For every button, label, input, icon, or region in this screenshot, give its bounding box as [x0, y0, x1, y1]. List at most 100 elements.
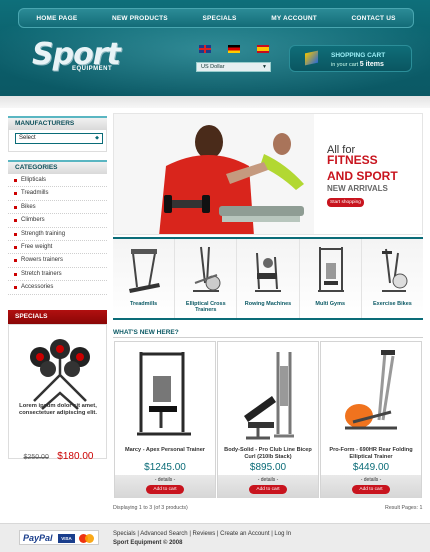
category-list: Ellipticals Treadmills Bikes Climbers St… — [8, 174, 107, 295]
chevron-down-icon: ◆ — [95, 135, 99, 141]
nav-my-account[interactable]: MY ACCOUNT — [271, 15, 317, 22]
category-stretch-trainers[interactable]: Stretch trainers — [8, 268, 107, 282]
product-price: $1245.00 — [144, 462, 186, 473]
strip-rowing[interactable]: Rowing Machines — [237, 239, 300, 318]
result-pages[interactable]: Result Pages: 1 — [385, 505, 422, 511]
category-accessories[interactable]: Accessories — [8, 281, 107, 295]
manufacturers-select[interactable]: Select ◆ — [15, 133, 103, 144]
add-to-cart-button[interactable]: Add to cart — [249, 485, 287, 494]
product-card: Body-Solid - Pro Club Line Bicep Curl (2… — [217, 341, 319, 498]
footer-link-advanced-search[interactable]: Advanced Search — [140, 531, 187, 537]
cart-title: SHOPPING CART — [331, 52, 386, 59]
rowing-machine-icon — [255, 252, 282, 292]
shopping-cart-box[interactable]: SHOPPING CART in your cart 5 items — [289, 45, 412, 72]
cart-prefix: in your cart — [331, 62, 359, 68]
product-name[interactable]: Marcy - Apex Personal Trainer — [117, 447, 213, 454]
product-footer: - details - Add to cart — [218, 475, 318, 498]
divider — [113, 337, 423, 338]
footer-link-reviews[interactable]: Reviews — [193, 531, 216, 537]
strip-multi-gyms[interactable]: Multi Gyms — [299, 239, 362, 318]
payment-logos: PayPal VISA — [19, 530, 99, 545]
details-link[interactable]: - details - — [321, 477, 421, 483]
fitness-people-image — [114, 114, 314, 234]
footer-link-log-in[interactable]: Log In — [274, 531, 291, 537]
manufacturers-box: Select ◆ — [8, 130, 107, 152]
elliptical-icon — [193, 246, 221, 292]
nav-specials[interactable]: SPECIALS — [202, 15, 236, 22]
footer: PayPal VISA Specials | Advanced Search |… — [0, 523, 430, 552]
strip-label: Multi Gyms — [315, 301, 346, 307]
details-link[interactable]: - details - — [115, 477, 215, 483]
logo-subtext: EQUIPMENT — [72, 66, 113, 72]
footer-link-create-account[interactable]: Create an Account — [220, 531, 269, 537]
footer-links: Specials | Advanced Search | Reviews | C… — [113, 531, 291, 537]
strip-label: Exercise Bikes — [372, 301, 412, 307]
categories-heading: CATEGORIES — [8, 160, 107, 174]
english-flag-icon[interactable] — [199, 45, 211, 53]
header: HOME PAGE NEW PRODUCTS SPECIALS MY ACCOU… — [0, 0, 430, 96]
specials-box: Lorem ipsum dolor sit amet, consectetuer… — [8, 324, 107, 462]
elliptical-trainer-image[interactable] — [337, 346, 405, 444]
chevron-down-icon: ▼ — [262, 64, 267, 70]
copyright: Sport Equipment © 2008 — [113, 540, 183, 546]
product-price: $449.00 — [352, 462, 390, 473]
special-new-price: $180.00 — [57, 451, 94, 462]
specials-heading: SPECIALS — [8, 310, 107, 324]
special-prices: $250.00 $180.00 — [9, 446, 108, 464]
displaying-count: Displaying 1 to 3 (of 3 products) — [113, 505, 188, 511]
category-treadmills[interactable]: Treadmills — [8, 187, 107, 201]
currency-value: US Dollar — [201, 64, 225, 70]
banner-line-2: FITNESS — [327, 153, 378, 167]
nav-contact-us[interactable]: CONTACT US — [352, 15, 396, 22]
manufacturers-select-value: Select — [19, 135, 36, 141]
category-strip: Treadmills Elliptical Cross Trainers Row… — [113, 237, 424, 320]
add-to-cart-button[interactable]: Add to cart — [146, 485, 184, 494]
treadmill-icon — [129, 249, 160, 293]
strip-label: Treadmills — [129, 301, 158, 307]
special-description[interactable]: Lorem ipsum dolor sit amet, consectetuer… — [13, 403, 103, 417]
multi-gym-icon — [317, 247, 344, 292]
category-climbers[interactable]: Climbers — [8, 214, 107, 228]
spanish-flag-icon[interactable] — [257, 45, 269, 53]
cart-icon — [305, 50, 318, 66]
top-navigation: HOME PAGE NEW PRODUCTS SPECIALS MY ACCOU… — [18, 8, 414, 28]
currency-select[interactable]: US Dollar ▼ — [196, 62, 271, 72]
manufacturers-heading: MANUFACTURERS — [8, 116, 107, 130]
cart-summary: in your cart 5 items — [331, 61, 384, 68]
category-free-weight[interactable]: Free weight — [8, 241, 107, 255]
german-flag-icon[interactable] — [228, 45, 240, 53]
site-logo[interactable]: Sport EQUIPMENT — [32, 40, 152, 74]
details-link[interactable]: - details - — [218, 477, 318, 483]
category-bikes[interactable]: Bikes — [8, 201, 107, 215]
special-old-price: $250.00 — [23, 454, 49, 461]
footer-link-specials[interactable]: Specials — [113, 531, 136, 537]
mastercard-icon — [78, 534, 96, 543]
category-strength-training[interactable]: Strength training — [8, 228, 107, 241]
strip-treadmills[interactable]: Treadmills — [113, 239, 176, 318]
visa-logo: VISA — [58, 534, 75, 543]
strip-elliptical[interactable]: Elliptical Cross Trainers — [175, 239, 238, 318]
product-name[interactable]: Pro-Form - 690HR Rear Folding Elliptical… — [323, 447, 419, 460]
home-gym-image[interactable] — [131, 346, 199, 444]
product-card: Pro-Form - 690HR Rear Folding Elliptical… — [320, 341, 422, 498]
cart-count: 5 items — [359, 61, 384, 68]
start-shopping-button[interactable]: Start shopping — [327, 198, 364, 207]
product-name[interactable]: Body-Solid - Pro Club Line Bicep Curl (2… — [220, 447, 316, 460]
nav-home[interactable]: HOME PAGE — [36, 15, 77, 22]
category-rowers-trainers[interactable]: Rowers trainers — [8, 254, 107, 268]
strip-label: Rowing Machines — [244, 301, 292, 307]
product-card: Marcy - Apex Personal Trainer $1245.00 -… — [114, 341, 216, 498]
paypal-logo: PayPal — [23, 533, 53, 543]
banner-line-4: NEW ARRIVALS — [327, 184, 388, 193]
nav-new-products[interactable]: NEW PRODUCTS — [112, 15, 168, 22]
category-ellipticals[interactable]: Ellipticals — [8, 174, 107, 188]
exercise-bike-icon — [381, 248, 408, 292]
banner-line-3: AND SPORT — [327, 169, 398, 183]
whats-new-heading: WHAT'S NEW HERE? — [113, 329, 179, 336]
bicep-curl-image[interactable] — [234, 346, 302, 444]
strip-exercise-bikes[interactable]: Exercise Bikes — [361, 239, 424, 318]
promo-banner[interactable]: All for FITNESS AND SPORT NEW ARRIVALS S… — [113, 113, 423, 235]
product-footer: - details - Add to cart — [115, 475, 215, 498]
add-to-cart-button[interactable]: Add to cart — [352, 485, 390, 494]
strip-label: Elliptical Cross Trainers — [185, 301, 226, 313]
